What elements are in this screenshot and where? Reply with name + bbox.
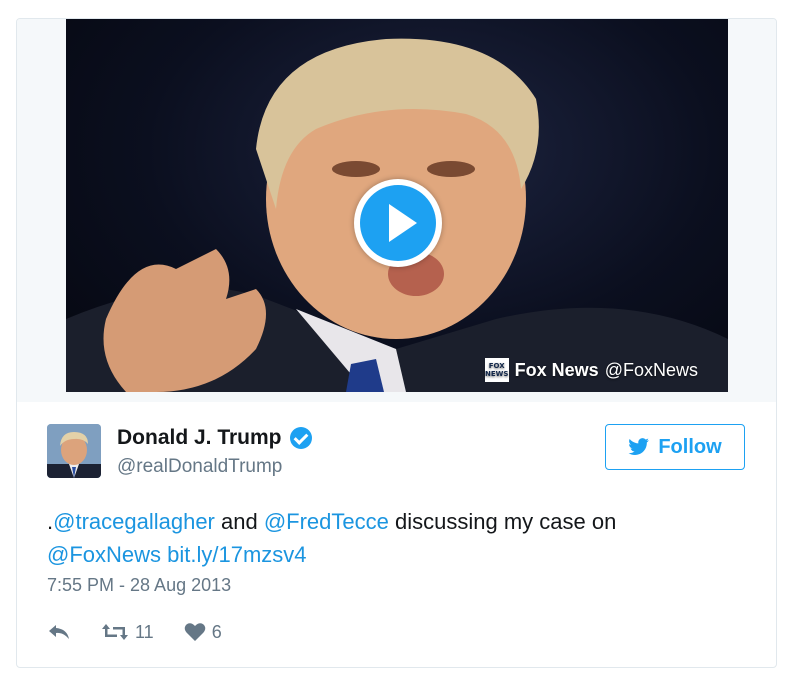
mention-link[interactable]: @FredTecce xyxy=(264,509,389,534)
fox-news-logo: FOX NEWS xyxy=(484,358,509,382)
author-name[interactable]: Donald J. Trump xyxy=(117,426,312,450)
tweet-card: FOX NEWS Fox News @FoxNews Donald J. Trum… xyxy=(16,18,777,668)
attribution-handle: @FoxNews xyxy=(604,359,698,380)
heart-icon xyxy=(184,623,205,641)
avatar-image xyxy=(47,424,101,478)
action-bar: 11 6 xyxy=(47,619,252,645)
tweet-text: .@tracegallagher and @FredTecce discussi… xyxy=(47,509,617,567)
retweet-count: 11 xyxy=(135,621,154,642)
like-count: 6 xyxy=(211,621,222,642)
play-button[interactable] xyxy=(354,179,442,267)
mention-link[interactable]: @FoxNews xyxy=(47,542,161,567)
follow-button[interactable]: Follow xyxy=(605,424,745,470)
url-link[interactable]: bit.ly/17mzsv4 xyxy=(167,542,306,567)
follow-label: Follow xyxy=(658,435,722,458)
verified-badge-icon xyxy=(289,427,312,449)
retweet-icon xyxy=(102,624,128,640)
like-button[interactable]: 6 xyxy=(184,622,222,643)
author-handle[interactable]: @realDonaldTrump xyxy=(117,456,282,478)
mention-link[interactable]: @tracegallagher xyxy=(53,509,215,534)
media-container: FOX NEWS Fox News @FoxNews xyxy=(17,19,776,402)
reply-icon xyxy=(49,625,69,639)
attribution-source: Fox News xyxy=(514,359,599,380)
video-thumbnail[interactable]: FOX NEWS Fox News @FoxNews xyxy=(66,19,728,392)
avatar[interactable] xyxy=(47,424,101,478)
twitter-bird-icon xyxy=(628,438,650,456)
play-icon xyxy=(360,185,436,261)
media-attribution[interactable]: FOX NEWS Fox News @FoxNews xyxy=(484,358,698,382)
timestamp[interactable]: 7:55 PM - 28 Aug 2013 xyxy=(47,575,231,596)
reply-button[interactable] xyxy=(47,623,71,641)
retweet-button[interactable]: 11 xyxy=(101,622,154,643)
